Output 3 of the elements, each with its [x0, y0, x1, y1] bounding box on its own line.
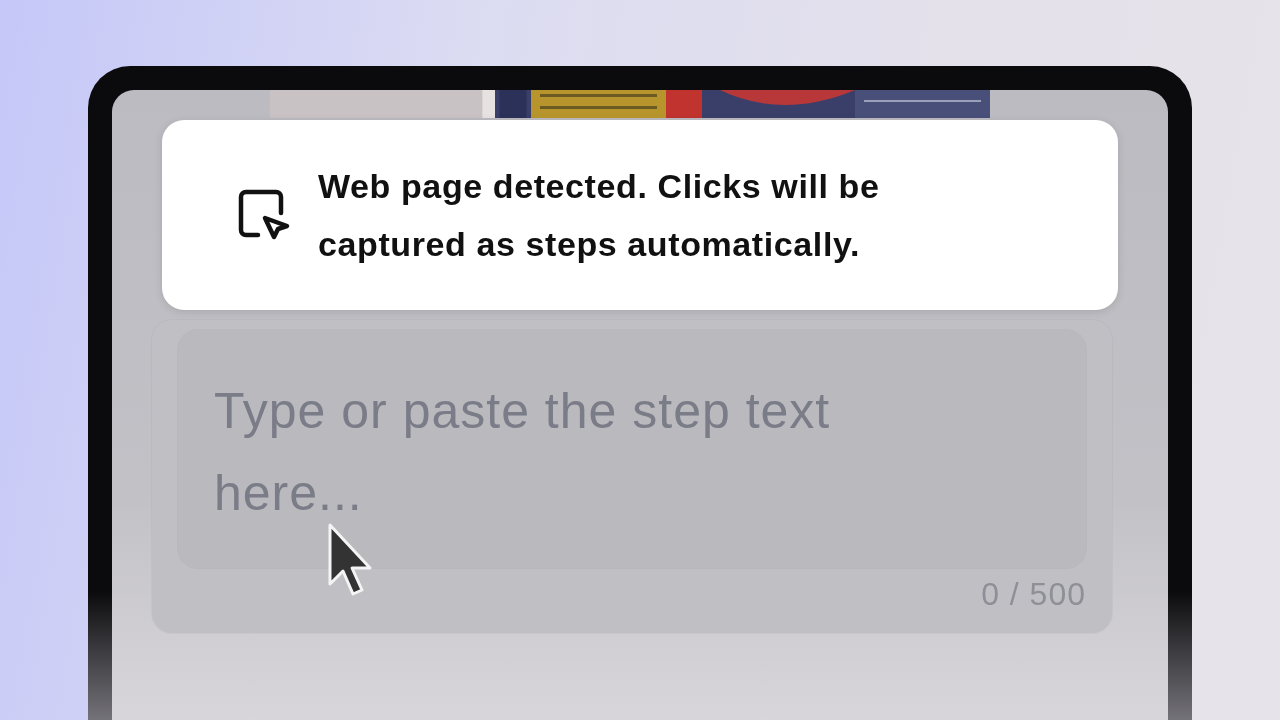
step-text-field[interactable]: Type or paste the step text here... — [178, 330, 1086, 568]
toast-message: Web page detected. Clicks will be captured as steps automatically. — [318, 166, 881, 265]
pointer-click-icon — [238, 189, 290, 241]
